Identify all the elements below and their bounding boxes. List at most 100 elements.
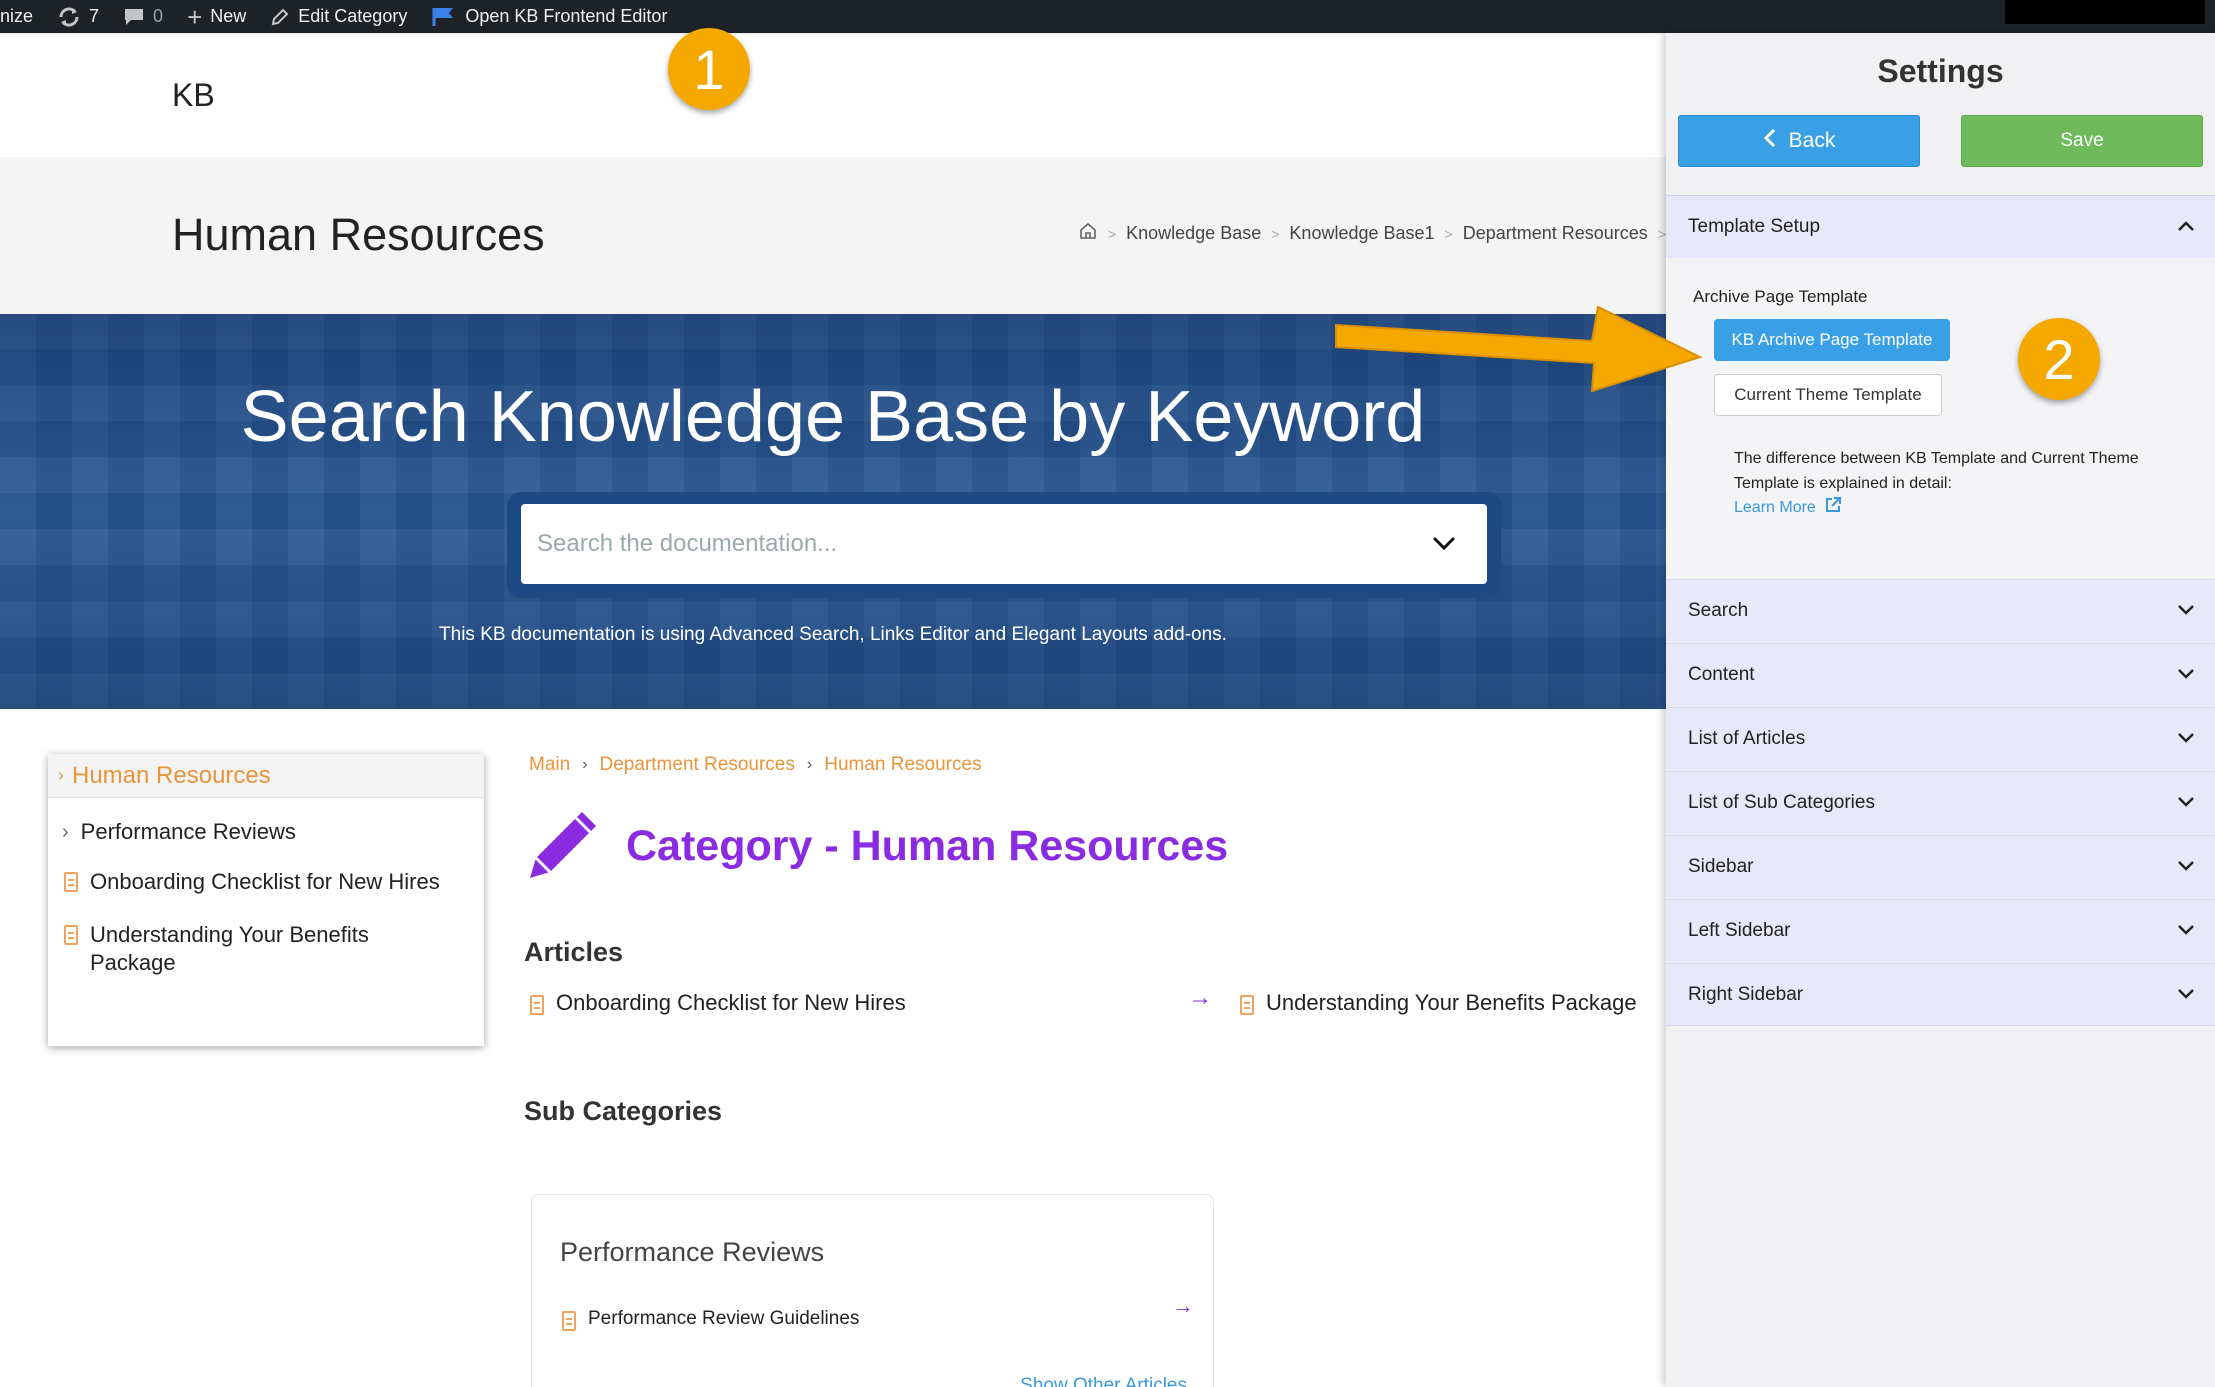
accordion-label: Template Setup [1688,216,1821,237]
chevron-down-icon [2177,728,2195,750]
customize-link[interactable]: nize [0,6,33,27]
customize-label: nize [0,6,34,26]
redacted-area [2005,0,2205,24]
arrow-right-icon[interactable]: → [1172,1293,1194,1319]
refresh-icon [57,6,81,28]
learn-more-label: Learn More [1734,498,1816,516]
breadcrumb-separator: > [1107,225,1117,242]
accordion-sidebar[interactable]: Sidebar [1666,835,2215,898]
save-button[interactable]: Save [1961,115,2203,167]
subcategory-title[interactable]: Performance Reviews [560,1237,824,1268]
updates-link[interactable]: 7 [57,6,99,28]
breadcrumb-separator: › [806,756,813,773]
accordion-list-of-articles[interactable]: List of Articles [1666,707,2215,770]
articles-list: Onboarding Checklist for New Hires → Und… [524,984,1666,1050]
edit-category-link[interactable]: Edit Category [270,6,407,27]
breadcrumb-separator: > [1444,225,1453,242]
accordion-label: List of Sub Categories [1688,792,1875,813]
article-title: Onboarding Checklist for New Hires [556,990,906,1015]
chevron-up-icon [2177,216,2195,238]
step-badge-1: 1 [668,28,750,110]
accordion-label: Sidebar [1688,856,1754,877]
accordion-label: Content [1688,664,1755,685]
frontend-editor-label: Open KB Frontend Editor [465,6,668,26]
sidebar-active-category[interactable]: › Human Resources [48,754,484,798]
edit-category-label: Edit Category [298,6,408,26]
accordion-label: Search [1688,600,1749,621]
main-breadcrumb-item[interactable]: Department Resources [600,754,795,776]
chevron-down-icon [2177,984,2195,1006]
sidebar-subcategory[interactable]: › Performance Reviews [48,818,484,846]
article-item[interactable]: Understanding Your Benefits Package [1240,990,1637,1016]
page-title: Human Resources [172,209,545,260]
updates-count: 7 [89,6,100,26]
home-icon[interactable] [1078,221,1098,246]
accordion-left-sidebar[interactable]: Left Sidebar [1666,899,2215,962]
step-badge-2: 2 [2018,318,2100,400]
accordion-label: List of Articles [1688,728,1806,749]
subcategory-article-title: Performance Review Guidelines [588,1308,860,1329]
back-button[interactable]: Back [1678,115,1920,167]
site-header: KB [0,33,1666,157]
accordion-search[interactable]: Search [1666,579,2215,642]
chevron-right-icon: › [62,821,69,843]
sidebar-article-label: Onboarding Checklist for New Hires [90,869,440,894]
chevron-down-icon [2177,664,2195,686]
main-breadcrumb: Main › Department Resources › Human Reso… [524,754,1666,776]
new-link[interactable]: + New [187,4,246,30]
main-breadcrumb-item[interactable]: Human Resources [824,754,981,776]
article-title: Understanding Your Benefits Package [1266,990,1637,1015]
accordion-content[interactable]: Content [1666,643,2215,706]
settings-title: Settings [1877,53,2004,89]
plus-icon: + [187,1,203,32]
show-other-articles-link[interactable]: Show Other Articles [1020,1375,1187,1387]
search-note: This KB documentation is using Advanced … [439,624,1227,645]
subcategory-article[interactable]: Performance Review Guidelines [562,1307,859,1331]
search-placeholder: Search the documentation... [537,530,838,557]
comments-link[interactable]: 0 [123,6,163,27]
document-icon [530,995,544,1015]
accordion-label: Right Sidebar [1688,983,1804,1005]
category-sidebar: › Human Resources › Performance Reviews … [48,754,484,1046]
category-title: Category - Human Resources [626,822,1229,870]
document-icon [64,872,78,892]
sidebar-article[interactable]: Onboarding Checklist for New Hires [48,868,484,896]
back-label: Back [1788,129,1836,152]
kb-template-option[interactable]: KB Archive Page Template [1714,319,1950,361]
pencil-icon [270,7,290,27]
sidebar-article-label: Understanding Your Benefits Package [90,922,369,975]
chevron-down-icon [2177,792,2195,814]
accordion-label: Left Sidebar [1688,920,1791,941]
comments-count: 0 [153,6,164,26]
breadcrumb-item[interactable]: Knowledge Base [1126,223,1261,244]
breadcrumb-item[interactable]: Knowledge Base1 [1289,223,1434,244]
chevron-down-icon [2177,600,2195,622]
learn-more-link[interactable]: Learn More [1734,496,1842,519]
accordion-template-setup[interactable]: Template Setup [1666,195,2215,258]
breadcrumb-separator: > [1271,225,1280,242]
article-item[interactable]: Onboarding Checklist for New Hires [530,990,906,1016]
chevron-down-icon[interactable] [1431,530,1457,558]
main-breadcrumb-item[interactable]: Main [529,754,570,776]
sidebar-title: Human Resources [72,761,271,789]
accordion-list-of-sub-categories[interactable]: List of Sub Categories [1666,771,2215,834]
arrow-right-icon[interactable]: → [1188,984,1212,1012]
comment-icon [123,7,145,27]
sidebar-article[interactable]: Understanding Your Benefits Package [48,921,484,977]
search-input[interactable]: Search the documentation... [521,504,1487,584]
accordion-right-sidebar[interactable]: Right Sidebar [1666,963,2215,1026]
theme-template-option[interactable]: Current Theme Template [1714,374,1942,416]
breadcrumb-separator: > [1657,225,1666,242]
breadcrumb-item[interactable]: Department Resources [1463,223,1648,244]
site-logo[interactable]: KB [172,77,215,114]
frontend-editor-link[interactable]: Open KB Frontend Editor [431,6,667,28]
new-label: New [210,6,247,26]
search-wrapper: Search the documentation... [507,492,1501,598]
breadcrumb: > Knowledge Base > Knowledge Base1 > Dep… [1078,221,1666,246]
template-setup-content: Archive Page Template KB Archive Page Te… [1666,263,2215,579]
subcategories-heading: Sub Categories [524,1096,723,1126]
document-icon [1240,995,1254,1015]
main-content: Main › Department Resources › Human Reso… [524,754,1666,1127]
pencil-icon [524,804,604,889]
chevron-down-icon [2177,920,2195,942]
